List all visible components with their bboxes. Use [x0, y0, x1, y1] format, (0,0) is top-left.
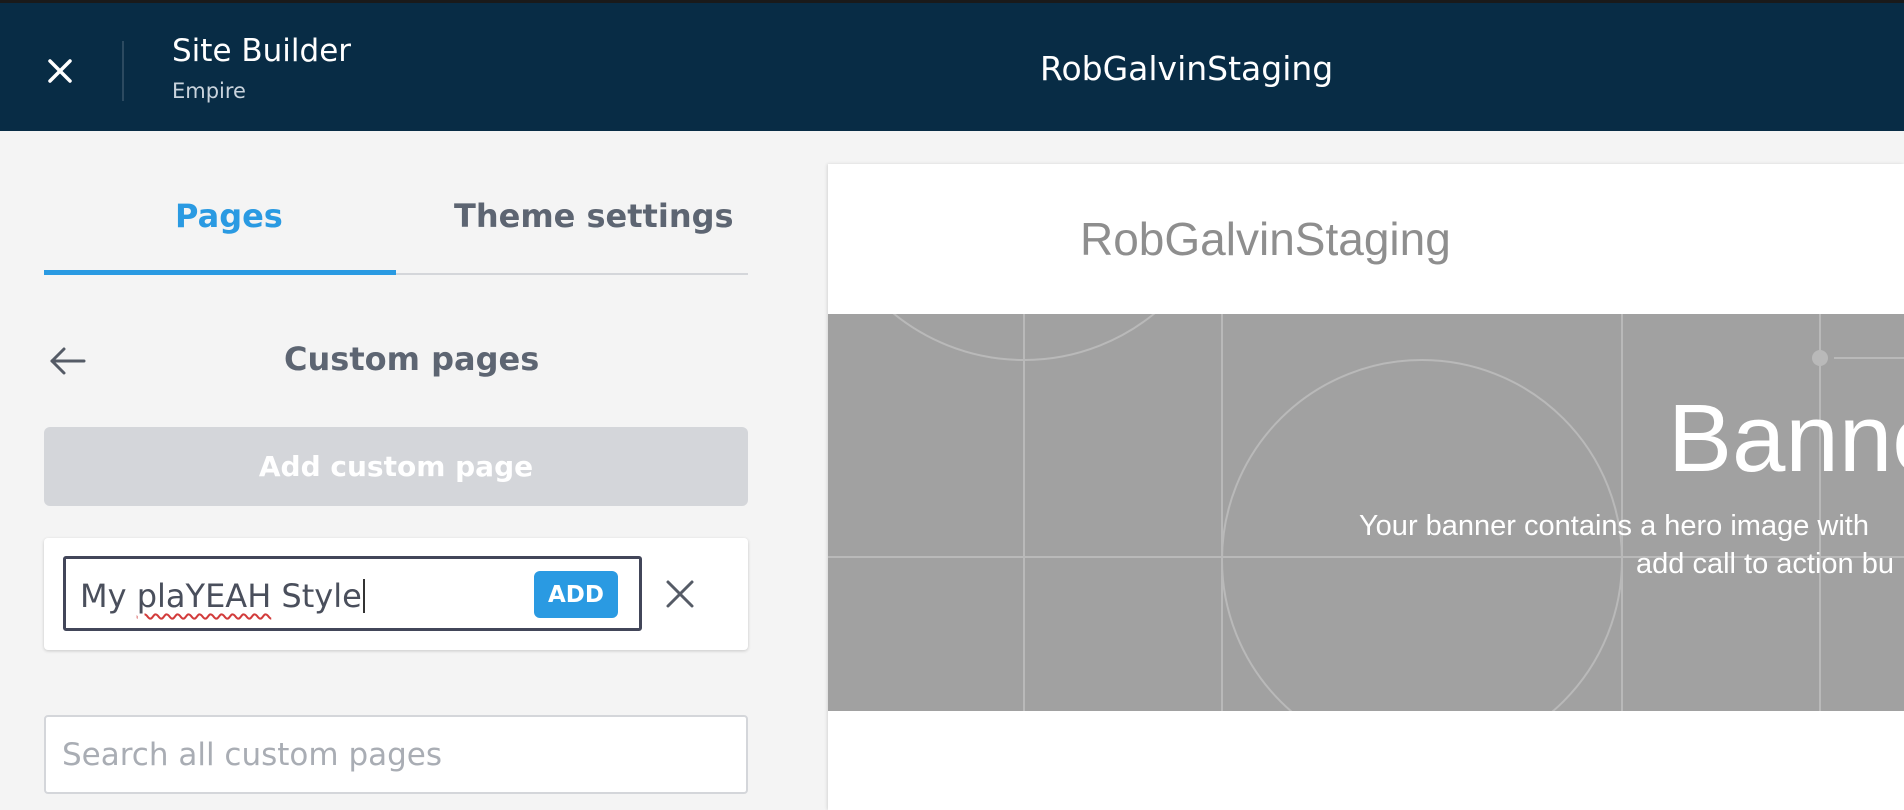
page-name-suffix: Style: [271, 577, 362, 615]
search-custom-pages-box: [44, 715, 748, 794]
active-tab-indicator: [44, 270, 396, 275]
banner-description-line1: Your banner contains a hero image with: [1359, 510, 1869, 542]
app-subtitle: Empire: [172, 79, 246, 103]
add-button[interactable]: ADD: [534, 571, 618, 618]
text-caret: [362, 579, 365, 613]
site-preview: RobGalvinStaging Banne Your banner conta…: [828, 164, 1904, 810]
header-divider: [122, 41, 124, 101]
section-title: Custom pages: [284, 340, 540, 378]
arrow-left-icon[interactable]: [48, 343, 88, 379]
banner-title: Banne: [1668, 385, 1904, 492]
top-header-bar: Site Builder Empire RobGalvinStaging: [0, 0, 1904, 131]
close-icon[interactable]: [663, 577, 697, 611]
tab-theme-settings[interactable]: Theme settings: [454, 197, 734, 235]
add-custom-page-button[interactable]: Add custom page: [44, 427, 748, 506]
new-page-card: My plaYEAH Style: [44, 538, 748, 650]
page-name-prefix: My: [80, 577, 137, 615]
page-name-value[interactable]: My plaYEAH Style: [80, 577, 365, 615]
tab-pages[interactable]: Pages: [175, 197, 283, 235]
search-input[interactable]: [62, 735, 722, 775]
preview-site-name: RobGalvinStaging: [1080, 213, 1451, 265]
banner-description-line2: add call to action bu: [1636, 548, 1894, 580]
app-title: Site Builder: [172, 33, 352, 69]
site-name-header: RobGalvinStaging: [1040, 49, 1334, 88]
banner-hero[interactable]: Banne Your banner contains a hero image …: [828, 314, 1904, 711]
misspelled-word: plaYEAH: [136, 577, 272, 615]
close-icon[interactable]: [40, 51, 80, 91]
